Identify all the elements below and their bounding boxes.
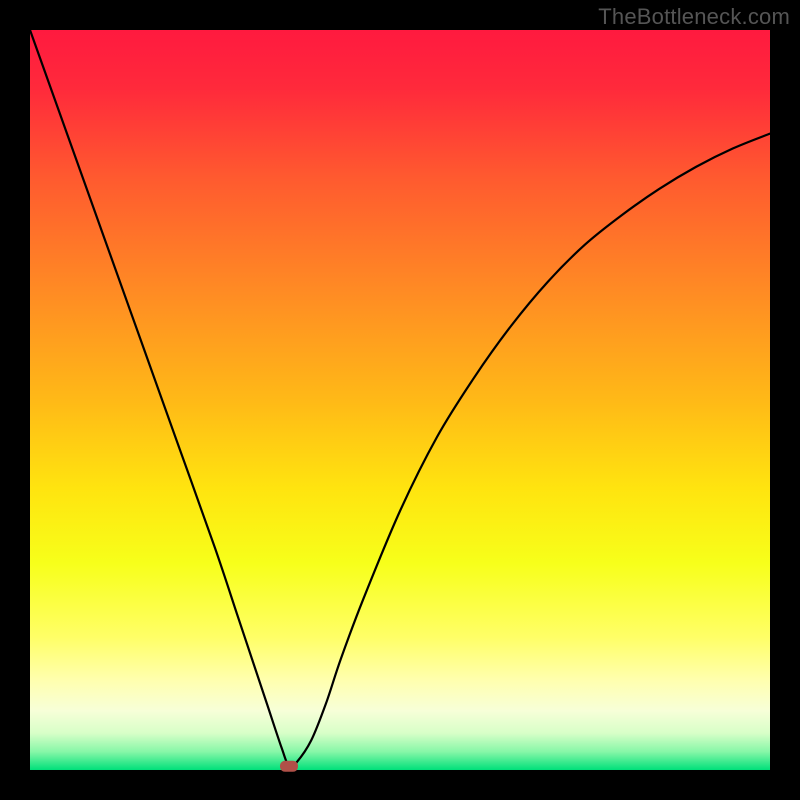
bottleneck-chart (0, 0, 800, 800)
optimal-point-marker (280, 761, 298, 772)
plot-background (30, 30, 770, 770)
chart-frame: TheBottleneck.com (0, 0, 800, 800)
